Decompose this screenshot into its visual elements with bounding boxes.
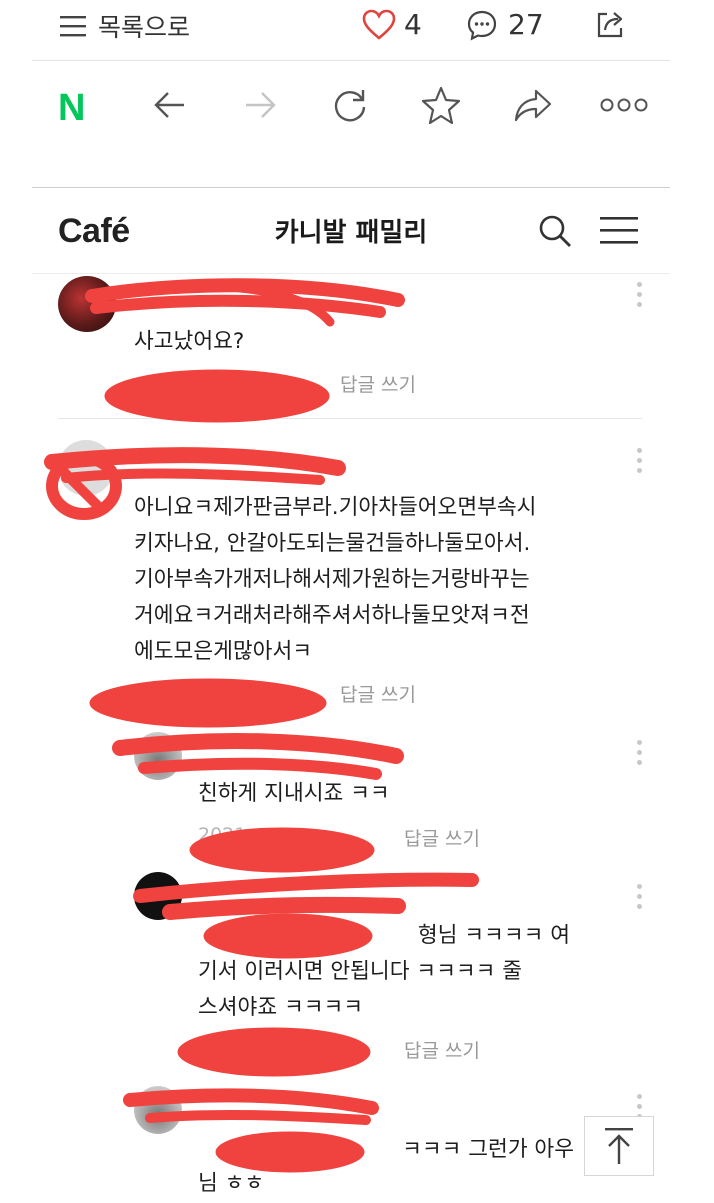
- comment-text: 기서 이러시면 안됩니다 ㅋㅋㅋㅋ 줄 스셔야죠 ㅋㅋㅋㅋ: [198, 959, 523, 1020]
- comment-count: 27: [508, 8, 544, 41]
- comment-text: 친하게 지내시죠 ㅋㅋ: [198, 781, 390, 806]
- browser-toolbar: N: [32, 60, 670, 188]
- avatar[interactable]: [134, 1086, 182, 1134]
- refresh-icon[interactable]: [330, 85, 370, 125]
- more-options-icon[interactable]: [600, 95, 648, 115]
- search-icon[interactable]: [536, 212, 574, 250]
- cafe-title[interactable]: 카니발 패밀리: [32, 212, 670, 249]
- comment-more-icon[interactable]: [637, 740, 643, 770]
- reply-link[interactable]: 답글 쓰기: [404, 1036, 480, 1063]
- star-bookmark-icon[interactable]: [420, 85, 462, 125]
- share-icon[interactable]: [594, 8, 626, 40]
- comment-more-icon[interactable]: [637, 884, 643, 914]
- hamburger-menu-icon[interactable]: [600, 214, 640, 246]
- comment-text: 형님 ㅋㅋㅋㅋ 여: [417, 923, 570, 948]
- avatar[interactable]: [134, 872, 182, 920]
- comment-text: 님 ㅎㅎ: [198, 1171, 265, 1196]
- comment-more-icon[interactable]: [637, 282, 643, 312]
- forward-share-icon[interactable]: [512, 85, 554, 125]
- forward-arrow-icon[interactable]: [240, 85, 280, 125]
- like-button[interactable]: 4: [362, 8, 422, 41]
- arrow-up-icon: [605, 1128, 633, 1164]
- reply-link[interactable]: 답글 쓰기: [340, 370, 416, 397]
- comment-text: ㅋㅋㅋ 그런가 아우: [402, 1137, 574, 1162]
- scroll-to-top-button[interactable]: [584, 1116, 654, 1176]
- comment-date: 2021.: [198, 824, 253, 846]
- naver-logo[interactable]: N: [58, 87, 85, 130]
- comment-date: 202: [198, 1036, 235, 1058]
- avatar[interactable]: [58, 440, 114, 496]
- app-top-bar: 목록으로 4 27: [0, 0, 714, 62]
- comment-text: 아니요ㅋ제가판금부라.기아차들어오면부속시 키자나요, 안갈아도되는물건들하나둘…: [134, 495, 537, 664]
- reply-link[interactable]: 답글 쓰기: [404, 824, 480, 851]
- comment-text: 사고났어요?: [134, 329, 245, 354]
- back-arrow-icon[interactable]: [150, 85, 190, 125]
- comment-more-icon[interactable]: [637, 448, 643, 478]
- heart-icon: [362, 9, 396, 40]
- reply-link[interactable]: 답글 쓰기: [340, 680, 416, 707]
- divider: [58, 418, 642, 419]
- cafe-header: Café 카니발 패밀리: [32, 188, 670, 274]
- like-count: 4: [404, 8, 422, 41]
- avatar[interactable]: [134, 732, 182, 780]
- comment-bubble-icon: [467, 10, 497, 40]
- back-to-list-link[interactable]: 목록으로: [98, 8, 190, 44]
- comment-button[interactable]: 27: [466, 8, 544, 41]
- avatar[interactable]: [58, 276, 116, 332]
- list-menu-icon[interactable]: [60, 14, 86, 38]
